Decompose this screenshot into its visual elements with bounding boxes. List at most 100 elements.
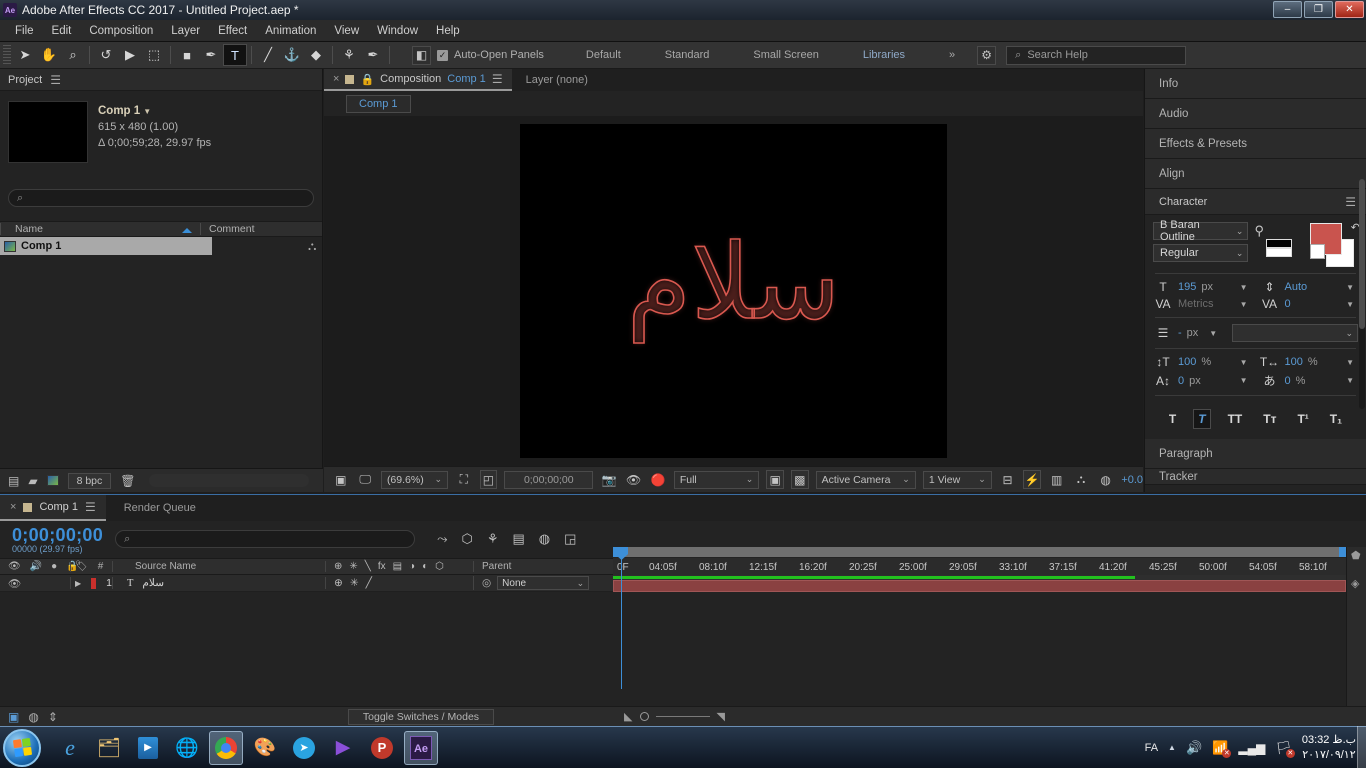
flowchart-icon[interactable]: ⛬ <box>308 239 316 254</box>
motion-blur-icon[interactable]: ◑ <box>409 561 415 572</box>
in-out-panel-icon[interactable]: ⇕ <box>48 710 58 724</box>
mask-icon[interactable]: ▣ <box>766 470 784 489</box>
delete-icon[interactable]: 🗑 <box>120 474 135 488</box>
close-button[interactable]: ✕ <box>1335 1 1364 18</box>
sort-ascending-icon[interactable] <box>182 228 192 233</box>
faux-bold-button[interactable]: T <box>1165 410 1180 428</box>
puppet-pin-tool[interactable]: ✒ <box>361 44 385 66</box>
hide-shy-layers-icon[interactable]: ⚘ <box>487 531 499 547</box>
baseline-shift-field[interactable]: A↕ 0 px ▼ <box>1153 372 1252 389</box>
chevron-down-icon[interactable]: ▼ <box>1240 358 1252 367</box>
layer-video-toggle[interactable]: 👁 <box>8 577 21 590</box>
timeline-search-input[interactable]: ⌕ <box>115 530 416 548</box>
potplayer-icon[interactable]: P <box>365 731 399 765</box>
zoom-tool[interactable]: ⌕ <box>61 44 85 66</box>
hand-tool[interactable]: ✋ <box>37 44 61 66</box>
composition-viewer[interactable]: سلام <box>324 116 1143 466</box>
menu-item-file[interactable]: File <box>6 25 43 37</box>
layer-switches-panel-icon[interactable]: ▣ <box>8 710 19 724</box>
chevron-down-icon[interactable]: ▼ <box>1346 283 1358 292</box>
chevron-down-icon[interactable]: ▼ <box>1346 300 1358 309</box>
shape-tool[interactable]: ■ <box>175 44 199 66</box>
sub-tab-comp-1[interactable]: Comp 1 <box>346 94 411 113</box>
new-comp-icon[interactable] <box>46 475 59 486</box>
layer-label-color[interactable] <box>91 577 97 589</box>
zoom-in-icon[interactable]: ◥ <box>717 710 725 723</box>
panel-tab-tracker[interactable]: Tracker <box>1145 469 1366 485</box>
workspace-small-screen[interactable]: Small Screen <box>731 49 840 61</box>
signal-icon[interactable]: ▂▄▆ <box>1238 741 1265 755</box>
frame-blend-icon[interactable]: ▤ <box>393 561 402 572</box>
tab-render-queue[interactable]: Render Queue <box>106 502 214 514</box>
timeline-layer-row[interactable]: 👁 ▶ 1 T سلام ⊕ ✳ ╱ ◎ None ⌄ <box>0 575 613 592</box>
work-area-bar[interactable] <box>613 547 1346 558</box>
clone-stamp-tool[interactable]: ⚓ <box>280 44 304 66</box>
close-icon[interactable]: × <box>10 501 16 513</box>
network-error-icon[interactable]: 📶 ✕ <box>1212 740 1232 758</box>
current-time-field[interactable]: 0;00;00;00 <box>504 470 594 489</box>
shy-icon[interactable]: ⊕ <box>334 561 342 572</box>
menu-item-help[interactable]: Help <box>427 25 469 37</box>
workspace-overflow-button[interactable]: » <box>927 49 977 61</box>
layer-collapse-toggle[interactable]: ✳ <box>350 577 359 589</box>
no-color-swatch[interactable] <box>1310 244 1325 259</box>
show-desktop-button[interactable] <box>1357 726 1366 768</box>
character-panel-menu-icon[interactable]: ☰ <box>1345 195 1356 209</box>
draft-3d-icon[interactable]: ⬡ <box>461 531 472 547</box>
expand-triangle-icon[interactable]: ▶ <box>75 579 81 588</box>
label-column-icon[interactable]: 🏷 <box>75 561 88 572</box>
project-panel-menu-icon[interactable]: ☰ <box>50 73 61 87</box>
layer-parent-select[interactable]: None ⌄ <box>497 576 590 590</box>
chevron-down-icon[interactable]: ▼ <box>1346 376 1358 385</box>
parent-pickwhip-icon[interactable]: ◎ <box>482 577 491 589</box>
timeline-panel-menu-icon[interactable]: ☰ <box>85 500 96 514</box>
timeline-zoom-slider[interactable]: ◣ ◥ <box>624 710 725 723</box>
layer-shy-toggle[interactable]: ⊕ <box>334 577 343 589</box>
quality-icon[interactable]: ╲ <box>365 561 371 572</box>
brush-tool[interactable]: ╱ <box>256 44 280 66</box>
roi-icon[interactable]: ⛶ <box>455 470 472 489</box>
camera-view-select[interactable]: Active Camera ⌄ <box>815 470 916 489</box>
stroke-width-value[interactable]: - <box>1178 327 1182 339</box>
menu-item-window[interactable]: Window <box>368 25 427 37</box>
resolution-select[interactable]: Full ⌄ <box>673 470 760 489</box>
windows-start-icon[interactable] <box>3 728 41 767</box>
column-header-comment[interactable]: Comment <box>200 223 322 235</box>
superscript-button[interactable]: T¹ <box>1293 410 1312 428</box>
graph-editor-icon[interactable]: ◲ <box>564 531 576 547</box>
comp-name-row[interactable]: Comp 1 ▼ <box>98 103 211 120</box>
type-tool[interactable]: T <box>223 44 247 66</box>
transfer-controls-icon[interactable]: ◍ <box>28 710 38 724</box>
internet-explorer-icon[interactable]: e <box>53 731 87 765</box>
tracking-field[interactable]: VA 0 ▼ <box>1260 297 1359 311</box>
show-snapshot-icon[interactable]: 👁 <box>625 470 642 489</box>
menu-item-layer[interactable]: Layer <box>162 25 209 37</box>
right-dock-scrollbar[interactable] <box>1359 179 1365 409</box>
column-header-name[interactable]: Name <box>0 223 200 235</box>
magnification-select[interactable]: (69.6%) ⌄ <box>380 470 449 489</box>
paint-icon[interactable]: 🎨 <box>248 731 282 765</box>
file-explorer-icon[interactable]: 🗂 <box>92 731 126 765</box>
font-family-select[interactable]: B Baran Outline ⌄ <box>1153 219 1249 243</box>
telegram-icon[interactable]: ➤ <box>287 731 321 765</box>
internet-download-manager-icon[interactable]: 🌐 <box>170 731 204 765</box>
toolbar-grip[interactable] <box>3 45 11 65</box>
workspace-libraries[interactable]: Libraries <box>841 49 927 61</box>
layer-source[interactable]: T سلام <box>112 577 325 589</box>
three-d-layer-icon[interactable]: ⬡ <box>435 561 444 572</box>
adjustment-layer-icon[interactable]: ◐ <box>422 561 428 572</box>
motion-blur-icon[interactable]: ◍ <box>539 531 550 547</box>
chevron-down-icon[interactable]: ▼ <box>143 107 151 116</box>
panel-tab-audio[interactable]: Audio <box>1145 99 1366 129</box>
audio-switch-icon[interactable]: 🔊 <box>30 561 42 572</box>
action-center-icon[interactable]: 🏳 ✕ <box>1275 740 1295 758</box>
layer-quality-toggle[interactable]: ╱ <box>366 577 372 589</box>
composition-mini-flowchart-icon[interactable]: ⤳ <box>437 531 447 547</box>
kerning-field[interactable]: VA Metrics ▼ <box>1153 297 1252 311</box>
channels-icon[interactable]: 🔴 <box>649 470 666 489</box>
chevron-down-icon[interactable]: ▼ <box>1240 300 1252 309</box>
interpret-footage-icon[interactable]: ▤ <box>8 474 19 488</box>
leading-field[interactable]: ⇕ Auto ▼ <box>1260 280 1359 294</box>
current-time-indicator[interactable] <box>615 547 628 689</box>
exposure-icon[interactable]: ◍ <box>1097 470 1114 489</box>
